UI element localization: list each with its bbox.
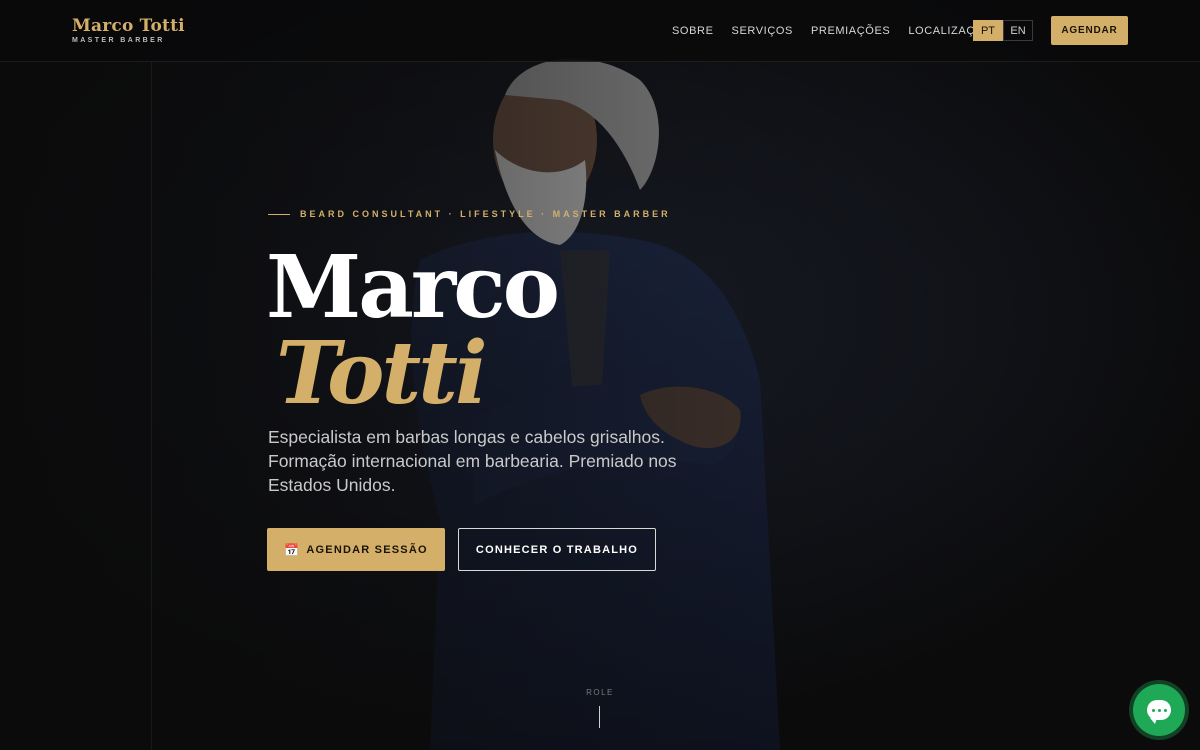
chat-bubble-icon xyxy=(1147,700,1171,724)
calendar-icon: 📅 xyxy=(284,542,301,557)
left-guide-line xyxy=(151,62,152,750)
conhecer-trabalho-button[interactable]: CONHECER O TRABALHO xyxy=(458,528,656,571)
hero-title-first-name: Marco xyxy=(266,237,560,338)
agendar-sessao-button[interactable]: 📅 AGENDAR SESSÃO xyxy=(267,528,445,571)
agendar-sessao-label: AGENDAR SESSÃO xyxy=(306,543,428,556)
language-switcher: PT EN xyxy=(973,20,1033,41)
eyebrow-rule xyxy=(268,213,290,215)
scroll-indicator-line xyxy=(599,706,600,728)
agendar-button[interactable]: AGENDAR xyxy=(1051,16,1128,45)
chat-button[interactable] xyxy=(1133,684,1185,736)
brand-name: Marco Totti xyxy=(72,16,185,36)
language-pt[interactable]: PT xyxy=(973,20,1003,41)
nav-item-sobre[interactable]: SOBRE xyxy=(672,24,714,38)
nav-item-premiacoes[interactable]: PREMIAÇÕES xyxy=(811,24,890,38)
site-header: Marco Totti MASTER BARBER SOBRE SERVIÇOS… xyxy=(0,0,1200,62)
brand-logo[interactable]: Marco Totti MASTER BARBER xyxy=(72,16,185,44)
hero-description: Especialista em barbas longas e cabelos … xyxy=(268,427,677,495)
hero-background-photo xyxy=(0,0,1200,750)
language-en[interactable]: EN xyxy=(1003,20,1033,41)
main-nav: SOBRE SERVIÇOS PREMIAÇÕES LOCALIZAÇÃO xyxy=(672,24,992,38)
scroll-indicator-label: ROLE xyxy=(586,688,614,697)
hero-eyebrow: BEARD CONSULTANT · LIFESTYLE · MASTER BA… xyxy=(268,209,671,219)
nav-item-servicos[interactable]: SERVIÇOS xyxy=(732,24,793,38)
brand-subtitle: MASTER BARBER xyxy=(72,37,165,44)
eyebrow-text: BEARD CONSULTANT · LIFESTYLE · MASTER BA… xyxy=(300,209,671,219)
hero-title-last-name: Totti xyxy=(276,323,488,424)
